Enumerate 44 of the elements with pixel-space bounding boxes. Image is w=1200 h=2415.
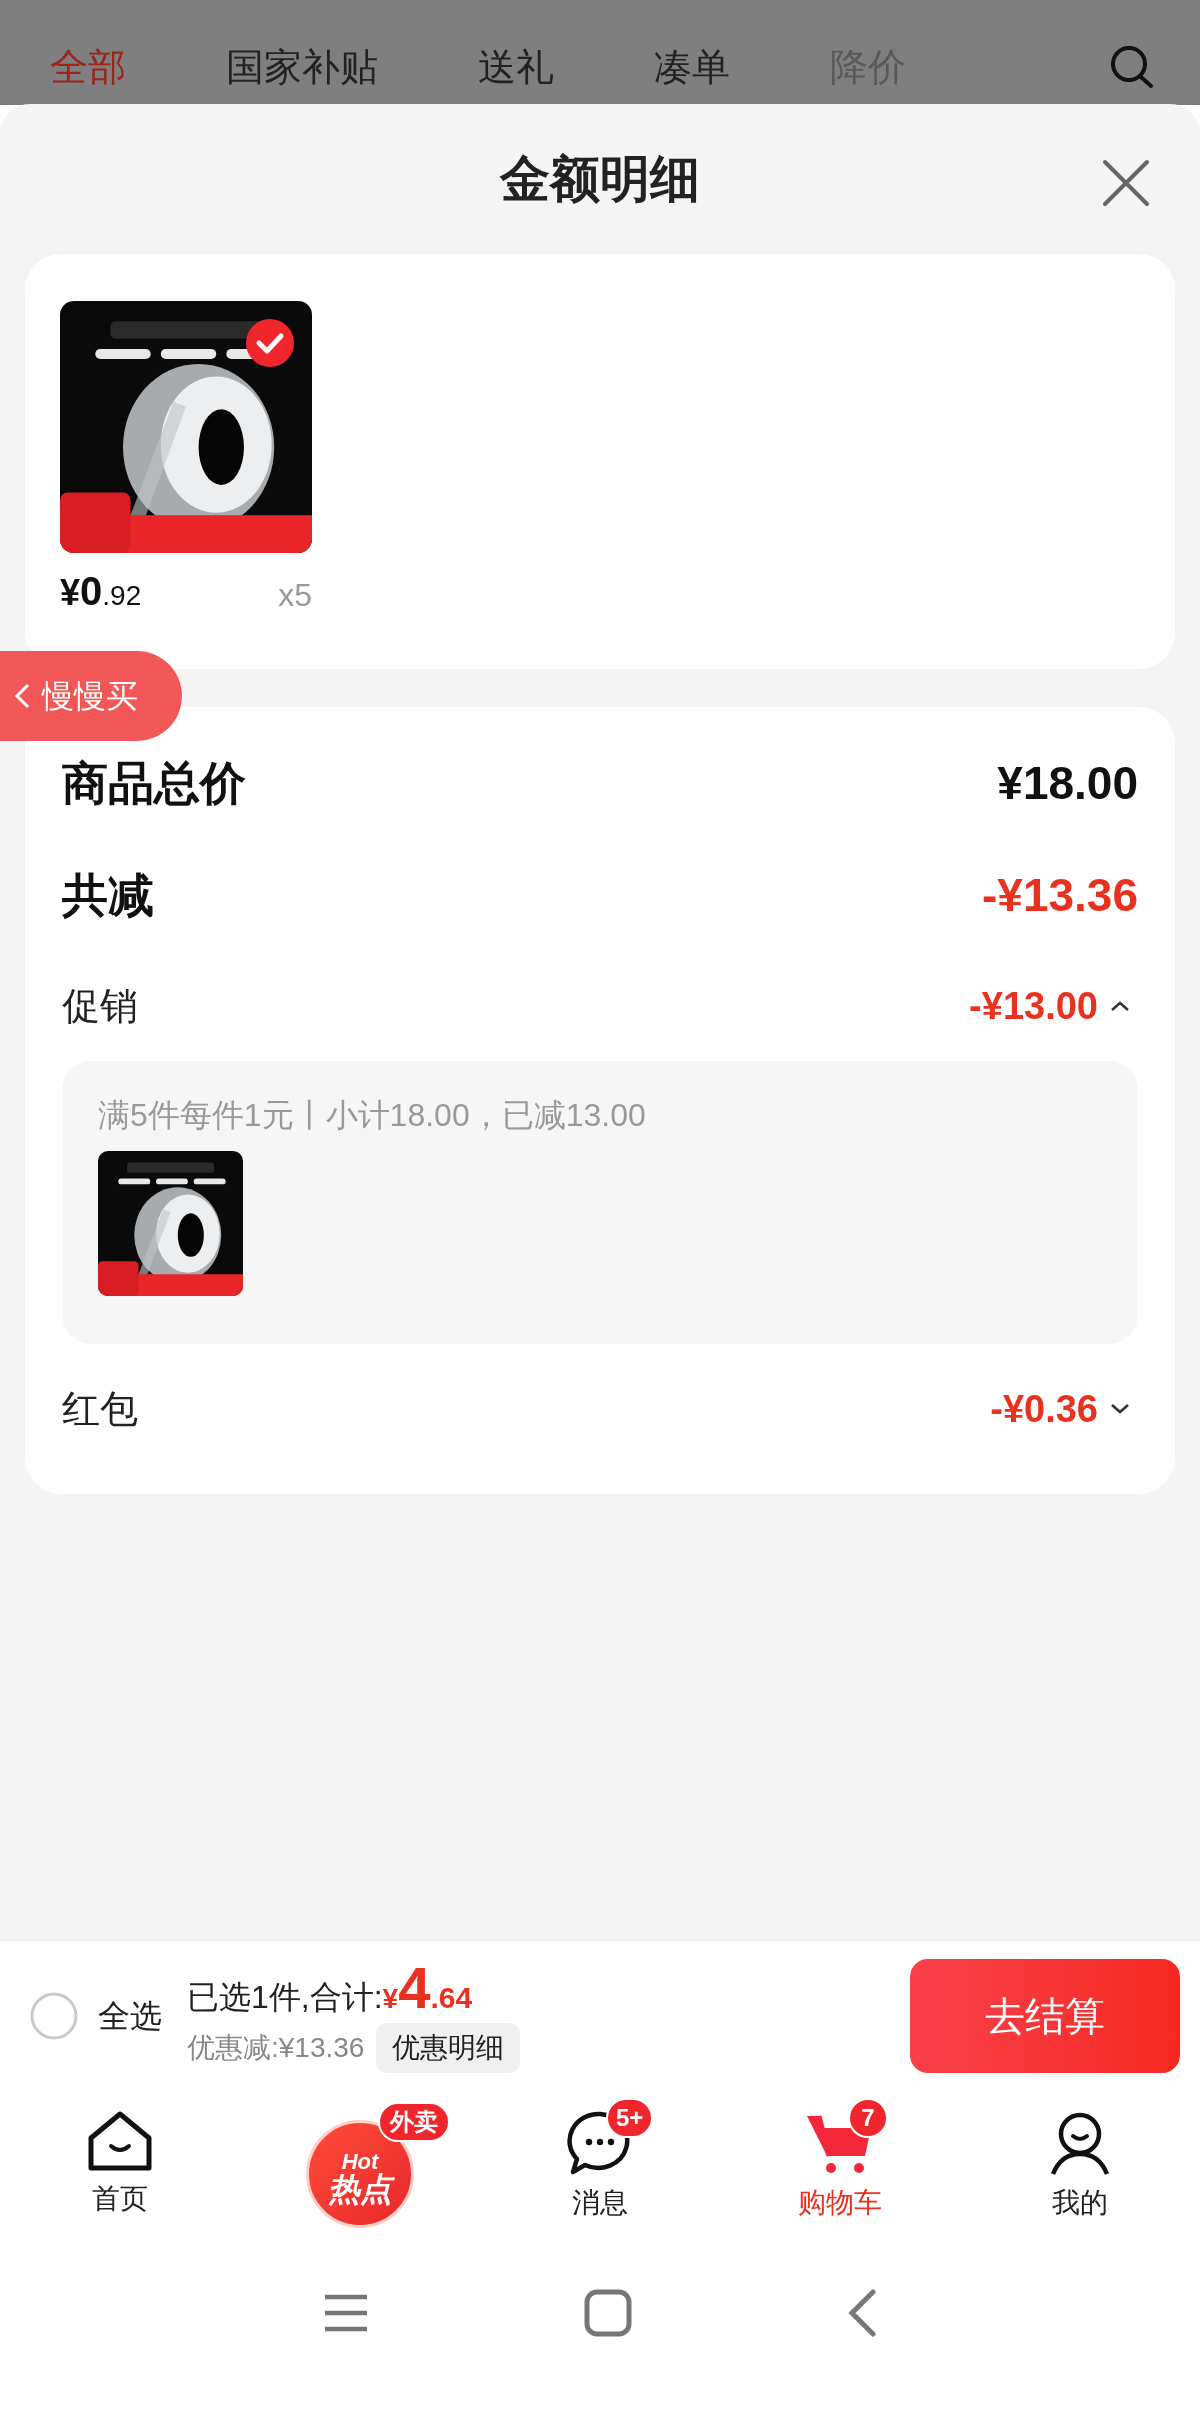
discount-summary: 优惠减:¥13.36 — [187, 2030, 365, 2065]
quantity-label: x5 — [278, 579, 312, 611]
badge: 外卖 — [378, 2102, 450, 2142]
nav-tab[interactable]: 我的 — [960, 2090, 1200, 2230]
summary-label: 商品总价 — [62, 755, 246, 811]
badge: 7 — [848, 2098, 888, 2138]
chevron-up-icon[interactable] — [1110, 1000, 1130, 1012]
nav-tab[interactable]: 消息 5+ — [480, 2090, 720, 2230]
home-icon — [87, 2110, 153, 2172]
summary-label: 红包 — [62, 1386, 138, 1432]
nav-label: 购物车 — [798, 2186, 882, 2220]
back-icon[interactable] — [847, 2288, 877, 2337]
summary-label: 促销 — [62, 983, 138, 1029]
sheet-title: 金额明细 — [500, 149, 700, 209]
selected-summary: 已选1件,合计: — [187, 1980, 383, 2017]
badge: 5+ — [606, 2098, 654, 2138]
chevron-down-icon[interactable] — [1110, 1403, 1130, 1415]
check-icon[interactable] — [246, 319, 294, 367]
chevron-left-icon — [14, 683, 30, 709]
nav-label: 消息 — [572, 2186, 628, 2220]
close-icon[interactable] — [1102, 159, 1150, 207]
menu-icon[interactable] — [323, 2292, 369, 2333]
summary-value: -¥0.36 — [990, 1386, 1098, 1432]
summary-label: 共减 — [62, 867, 154, 923]
nav-label: 首页 — [92, 2182, 148, 2216]
category-tab[interactable]: 国家补贴 — [226, 19, 378, 86]
side-tag[interactable]: 慢慢买 — [0, 651, 182, 741]
promotion-description: 满5件每件1元丨小计18.00，已减13.00 — [98, 1099, 647, 1131]
summary-value: -¥13.00 — [969, 983, 1098, 1029]
select-all-label[interactable]: 全选 — [98, 1991, 162, 2040]
home-square-icon[interactable] — [584, 2288, 632, 2337]
checkout-button[interactable]: 去结算 — [910, 1958, 1180, 2073]
search-icon[interactable] — [1109, 43, 1155, 90]
nav-tab[interactable]: 首页 — [0, 2090, 240, 2230]
nav-tab[interactable]: 购物车 7 — [720, 2090, 960, 2230]
radio-icon[interactable] — [30, 1991, 78, 2040]
summary-value: -¥13.36 — [982, 867, 1138, 923]
product-price: ¥0.92 — [60, 571, 142, 611]
category-tab[interactable]: 送礼 — [478, 19, 554, 86]
nav-label: 我的 — [1052, 2186, 1108, 2220]
category-tab[interactable]: 凑单 — [654, 19, 730, 86]
discount-detail-button[interactable]: 优惠明细 — [376, 2022, 521, 2073]
total-price: ¥4.64 — [382, 1958, 473, 2017]
summary-value: ¥18.00 — [997, 755, 1138, 811]
